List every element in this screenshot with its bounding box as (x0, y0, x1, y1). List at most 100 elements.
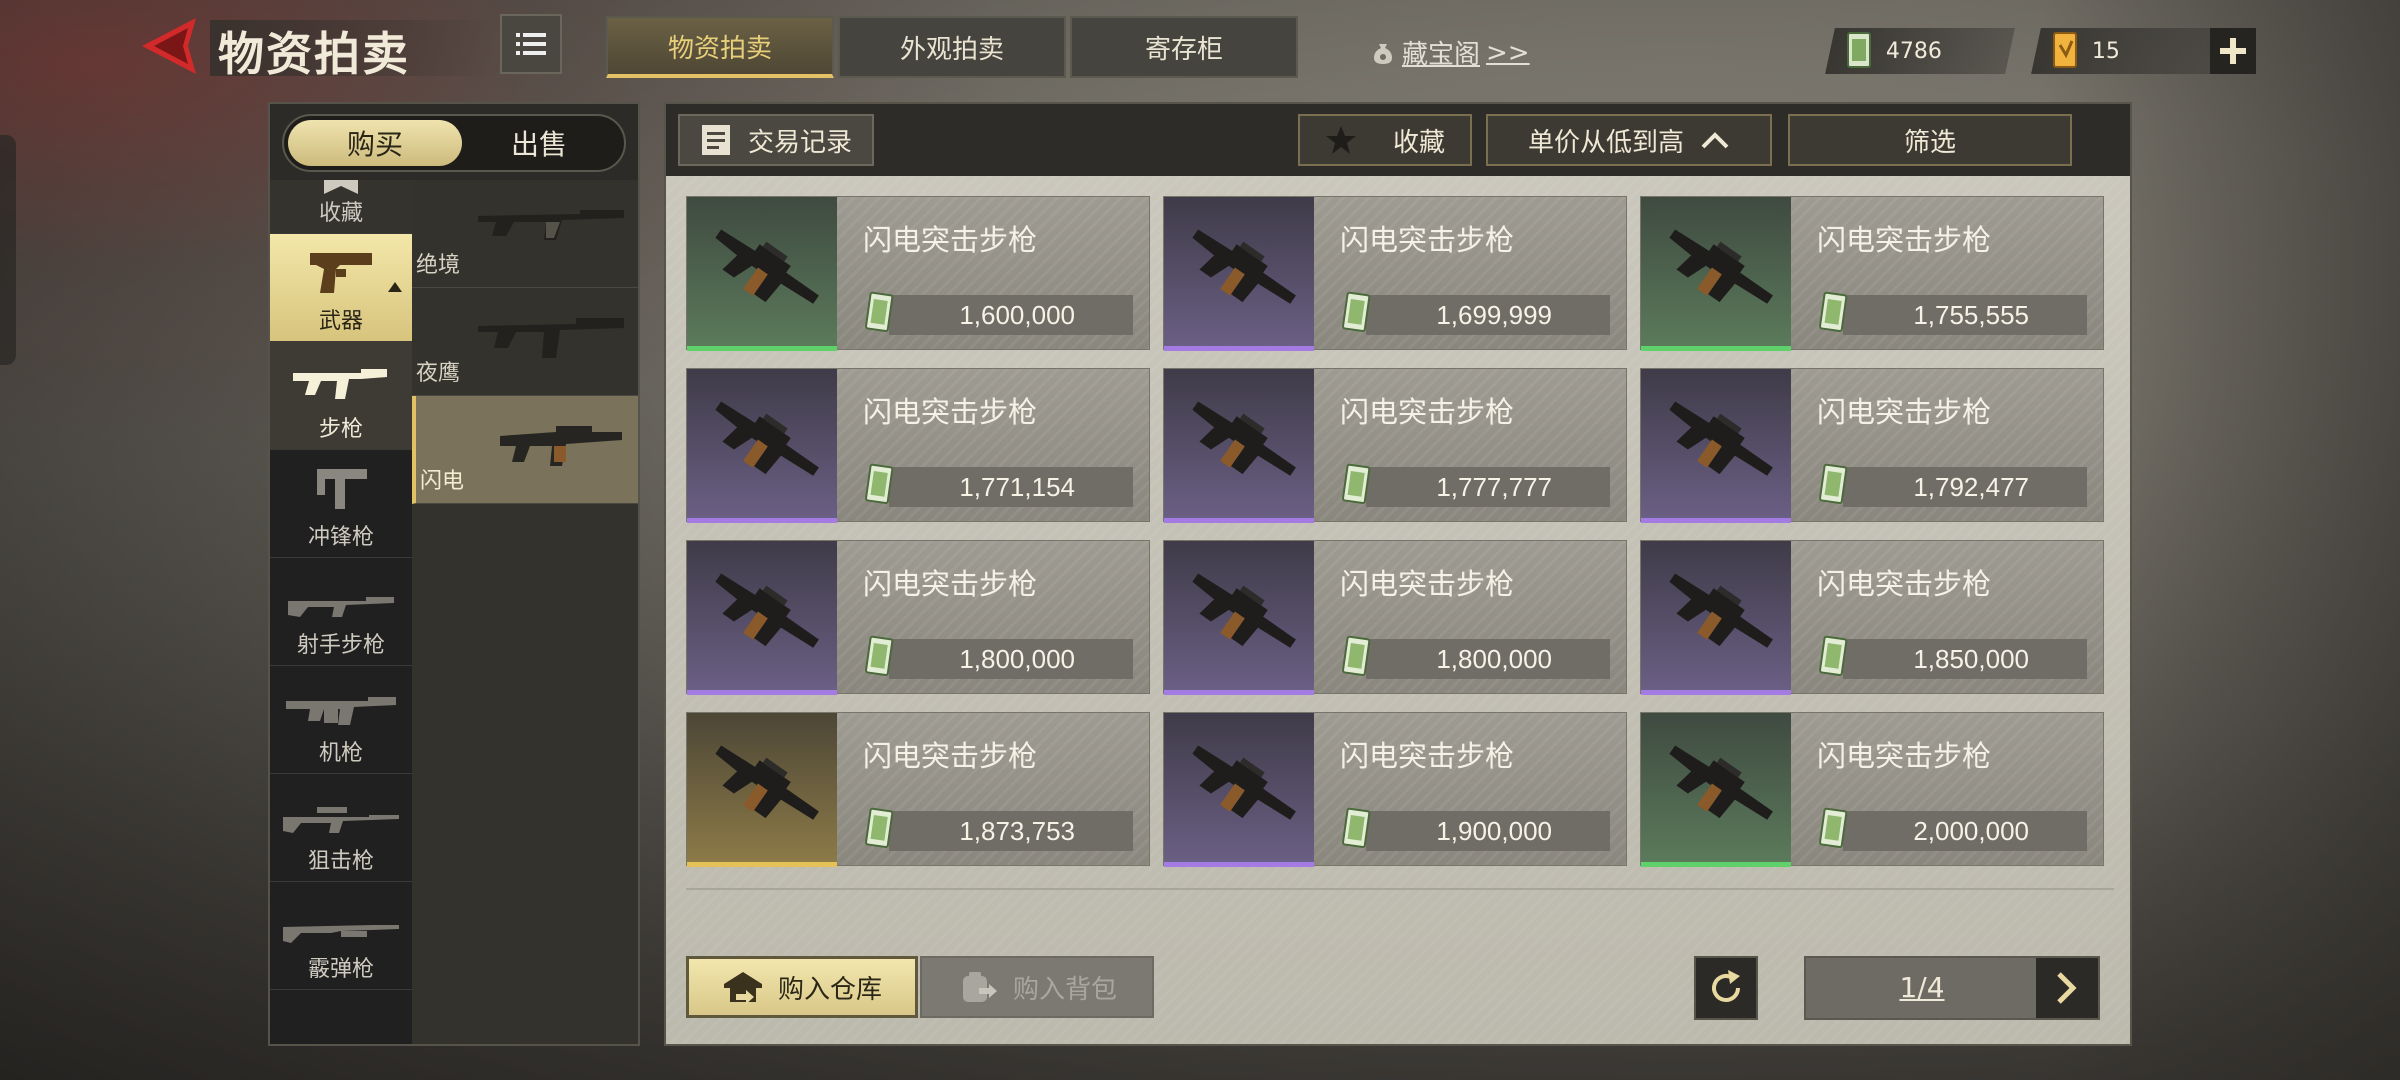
buy-to-backpack-button[interactable]: 购入背包 (920, 956, 1154, 1018)
cash-icon (1819, 291, 1848, 332)
price-box: 1,850,000 (1843, 639, 2087, 679)
model-label: 闪电 (420, 469, 465, 494)
assault-rifle-icon (715, 229, 819, 304)
collapse-arrow-icon (388, 282, 402, 292)
buy-sell-toggle: 购买 出售 (282, 114, 626, 172)
listing-card[interactable]: 闪电突击步枪 1,792,477 (1640, 368, 2104, 523)
refresh-icon (1712, 970, 1740, 1002)
item-name: 闪电突击步枪 (863, 395, 1038, 429)
model-item-juejing[interactable]: 绝境 (412, 180, 638, 288)
category-sniper[interactable]: 狙击枪 (270, 774, 412, 882)
document-icon (701, 125, 730, 155)
star-icon (1325, 126, 1356, 154)
model-item-yeying[interactable]: 夜鹰 (412, 288, 638, 396)
page-title: 物资拍卖 (218, 27, 410, 81)
item-price: 1,792,477 (1913, 472, 2029, 502)
next-page-button[interactable] (2036, 958, 2098, 1018)
filter-button[interactable]: 筛选 (1788, 114, 2072, 166)
item-name: 闪电突击步枪 (1340, 395, 1515, 429)
category-machine-gun[interactable]: 机枪 (270, 666, 412, 774)
vault-link-arrows: >> (1486, 37, 1530, 68)
item-name: 闪电突击步枪 (1817, 223, 1992, 257)
assault-rifle-icon (715, 573, 819, 648)
model-label: 绝境 (416, 253, 461, 278)
weapon-model-list: 绝境 夜鹰 闪电 (412, 180, 638, 1044)
chevron-right-icon (2057, 972, 2077, 1004)
listing-card[interactable]: 闪电突击步枪 1,777,777 (1163, 368, 1627, 523)
listing-card[interactable]: 闪电突击步枪 1,800,000 (686, 540, 1150, 695)
buy-to-warehouse-button[interactable]: 购入仓库 (686, 956, 918, 1018)
cash-icon (865, 291, 894, 332)
trade-record-button[interactable]: 交易记录 (678, 114, 874, 166)
category-weapons[interactable]: 武器 (270, 234, 412, 342)
back-arrow-icon[interactable] (138, 16, 202, 76)
plus-icon (2220, 38, 2246, 64)
cash-icon (865, 463, 894, 504)
favorite-button[interactable]: 收藏 (1298, 114, 1472, 166)
category-shotgun[interactable]: 霰弹枪 (270, 882, 412, 990)
listing-card[interactable]: 闪电突击步枪 1,873,753 (686, 712, 1150, 867)
assault-rifle-icon (1192, 401, 1296, 476)
item-price: 1,873,753 (959, 816, 1075, 846)
coupon-icon (2053, 32, 2077, 68)
price-currency (1817, 807, 1851, 855)
model-item-shandian[interactable]: 闪电 (412, 396, 638, 504)
pistol-icon (310, 253, 372, 293)
item-thumbnail (687, 197, 837, 351)
listing-card[interactable]: 闪电突击步枪 2,000,000 (1640, 712, 2104, 867)
refresh-button[interactable] (1694, 956, 1758, 1020)
category-smg[interactable]: 冲锋枪 (270, 450, 412, 558)
price-box: 1,800,000 (889, 639, 1133, 679)
assault-rifle-icon (1669, 229, 1773, 304)
listing-card[interactable]: 闪电突击步枪 1,771,154 (686, 368, 1150, 523)
sell-toggle[interactable]: 出售 (452, 120, 626, 166)
category-dmr[interactable]: 射手步枪 (270, 558, 412, 666)
item-thumbnail (687, 369, 837, 523)
price-currency (1817, 463, 1851, 511)
buy-toggle[interactable]: 购买 (288, 120, 462, 166)
category-revolver[interactable] (270, 990, 412, 1044)
item-price: 1,800,000 (1436, 644, 1552, 674)
price-box: 1,900,000 (1366, 811, 1610, 851)
listing-card[interactable]: 闪电突击步枪 1,800,000 (1163, 540, 1627, 695)
cash-icon (865, 635, 894, 676)
listing-card[interactable]: 闪电突击步枪 1,699,999 (1163, 196, 1627, 351)
edge-handle[interactable] (0, 135, 16, 365)
sort-button[interactable]: 单价从低到高 (1486, 114, 1772, 166)
listing-card[interactable]: 闪电突击步枪 1,755,555 (1640, 196, 2104, 351)
item-name: 闪电突击步枪 (1340, 223, 1515, 257)
price-box: 2,000,000 (1843, 811, 2087, 851)
price-box: 1,800,000 (1366, 639, 1610, 679)
favorite-label: 收藏 (1392, 127, 1445, 158)
item-price: 1,900,000 (1436, 816, 1552, 846)
tab-storage-locker[interactable]: 寄存柜 (1070, 16, 1298, 78)
category-label: 冲锋枪 (307, 525, 374, 550)
model-label: 夜鹰 (416, 361, 461, 386)
tab-appearance-auction[interactable]: 外观拍卖 (838, 16, 1066, 78)
listing-grid: 闪电突击步枪 1,600,000 闪电突击步枪 1,699,999 闪电突击步枪 1,75… (686, 196, 2104, 867)
vault-link[interactable]: 藏宝阁 >> (1370, 34, 1530, 71)
menu-button[interactable] (500, 14, 562, 74)
category-rifles[interactable]: 步枪 (270, 342, 412, 450)
price-box: 1,755,555 (1843, 295, 2087, 335)
item-price: 1,771,154 (959, 472, 1075, 502)
item-price: 1,600,000 (959, 300, 1075, 330)
item-name: 闪电突击步枪 (1340, 739, 1515, 773)
tab-material-auction[interactable]: 物资拍卖 (606, 16, 834, 78)
price-currency (1817, 635, 1851, 683)
cash-amount: 4786 (1886, 38, 1942, 64)
item-name: 闪电突击步枪 (1817, 739, 1992, 773)
category-list: 收藏 武器 步枪 冲锋枪 射手步枪 机枪 狙击枪 霰弹枪 (270, 180, 412, 1044)
listing-card[interactable]: 闪电突击步枪 1,600,000 (686, 196, 1150, 351)
assault-rifle-icon (1192, 573, 1296, 648)
vault-link-label: 藏宝阁 (1402, 40, 1481, 70)
listing-card[interactable]: 闪电突击步枪 1,900,000 (1163, 712, 1627, 867)
category-favorites[interactable]: 收藏 (270, 180, 412, 234)
assault-rifle-icon (715, 745, 819, 820)
listing-card[interactable]: 闪电突击步枪 1,850,000 (1640, 540, 2104, 695)
add-currency-button[interactable] (2210, 28, 2256, 74)
item-price: 1,755,555 (1913, 300, 2029, 330)
item-thumbnail (1641, 541, 1791, 695)
item-thumbnail (1641, 369, 1791, 523)
rifle-thumbnail-icon (478, 318, 624, 358)
